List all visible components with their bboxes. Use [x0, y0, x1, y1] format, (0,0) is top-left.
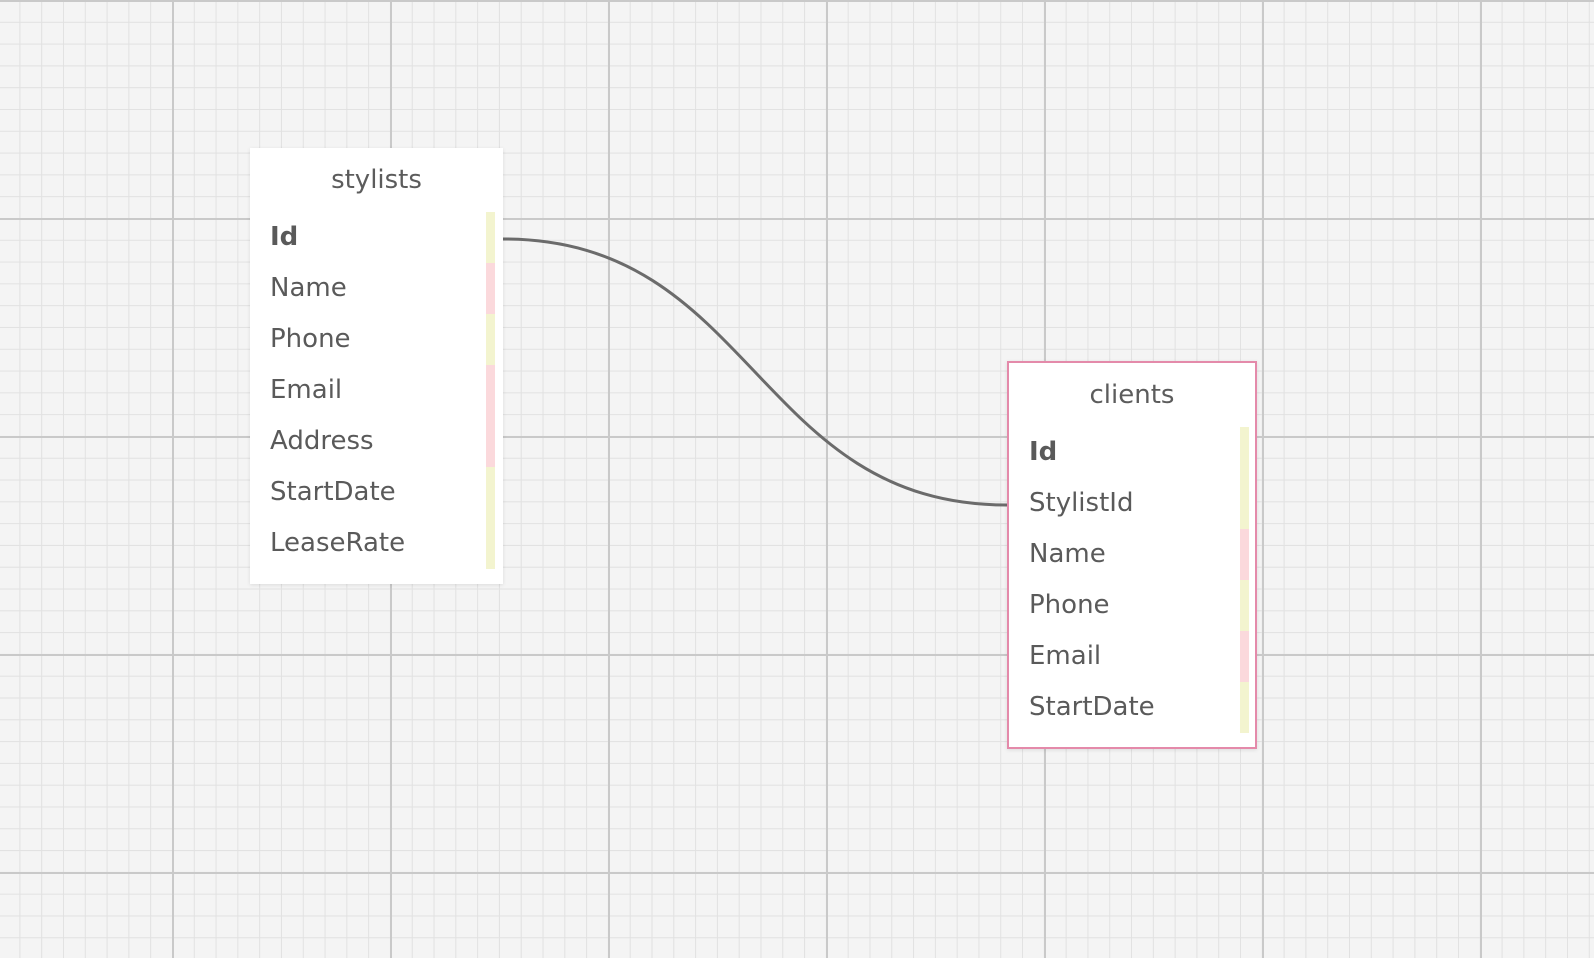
field-type-marker	[1240, 682, 1249, 733]
relation-line-stylists-id-to-clients-stylistid[interactable]	[502, 237, 1008, 507]
field-row-name[interactable]: Name	[250, 263, 503, 314]
field-label: Phone	[270, 324, 351, 354]
field-label: StartDate	[1029, 692, 1155, 722]
field-type-marker	[1240, 478, 1249, 529]
field-row-leaserate[interactable]: LeaseRate	[250, 518, 503, 569]
field-row-address[interactable]: Address	[250, 416, 503, 467]
field-row-email[interactable]: Email	[1009, 631, 1255, 682]
field-type-marker	[486, 263, 495, 314]
field-row-startdate[interactable]: StartDate	[250, 467, 503, 518]
field-row-startdate[interactable]: StartDate	[1009, 682, 1255, 733]
field-type-marker	[486, 518, 495, 569]
field-row-id[interactable]: Id	[250, 212, 503, 263]
table-title[interactable]: clients	[1009, 363, 1255, 427]
field-label: Address	[270, 426, 374, 456]
field-type-marker	[486, 212, 495, 263]
field-label: Phone	[1029, 590, 1110, 620]
field-label: Name	[1029, 539, 1106, 569]
field-list: Id StylistId Name Phone Email StartDate	[1009, 427, 1255, 733]
field-label: StartDate	[270, 477, 396, 507]
field-row-name[interactable]: Name	[1009, 529, 1255, 580]
field-type-marker	[486, 314, 495, 365]
field-row-email[interactable]: Email	[250, 365, 503, 416]
table-title[interactable]: stylists	[250, 148, 503, 212]
field-label: Email	[270, 375, 343, 405]
field-type-marker	[486, 467, 495, 518]
field-label: Name	[270, 273, 347, 303]
field-type-marker	[1240, 529, 1249, 580]
table-stylists[interactable]: stylists Id Name Phone Email Address Sta…	[250, 148, 503, 584]
field-list: Id Name Phone Email Address StartDate Le…	[250, 212, 503, 569]
field-label: Id	[270, 222, 299, 252]
table-clients[interactable]: clients Id StylistId Name Phone Email St…	[1007, 361, 1257, 749]
field-label: StylistId	[1029, 488, 1134, 518]
field-row-stylistid[interactable]: StylistId	[1009, 478, 1255, 529]
field-type-marker	[1240, 580, 1249, 631]
field-label: Email	[1029, 641, 1102, 671]
diagram-canvas[interactable]: stylists Id Name Phone Email Address Sta…	[0, 0, 1594, 958]
field-type-marker	[486, 416, 495, 467]
field-row-id[interactable]: Id	[1009, 427, 1255, 478]
field-row-phone[interactable]: Phone	[250, 314, 503, 365]
field-type-marker	[1240, 631, 1249, 682]
field-type-marker	[1240, 427, 1249, 478]
field-label: Id	[1029, 437, 1058, 467]
field-row-phone[interactable]: Phone	[1009, 580, 1255, 631]
field-type-marker	[486, 365, 495, 416]
field-label: LeaseRate	[270, 528, 406, 558]
relations-layer	[502, 237, 1008, 507]
